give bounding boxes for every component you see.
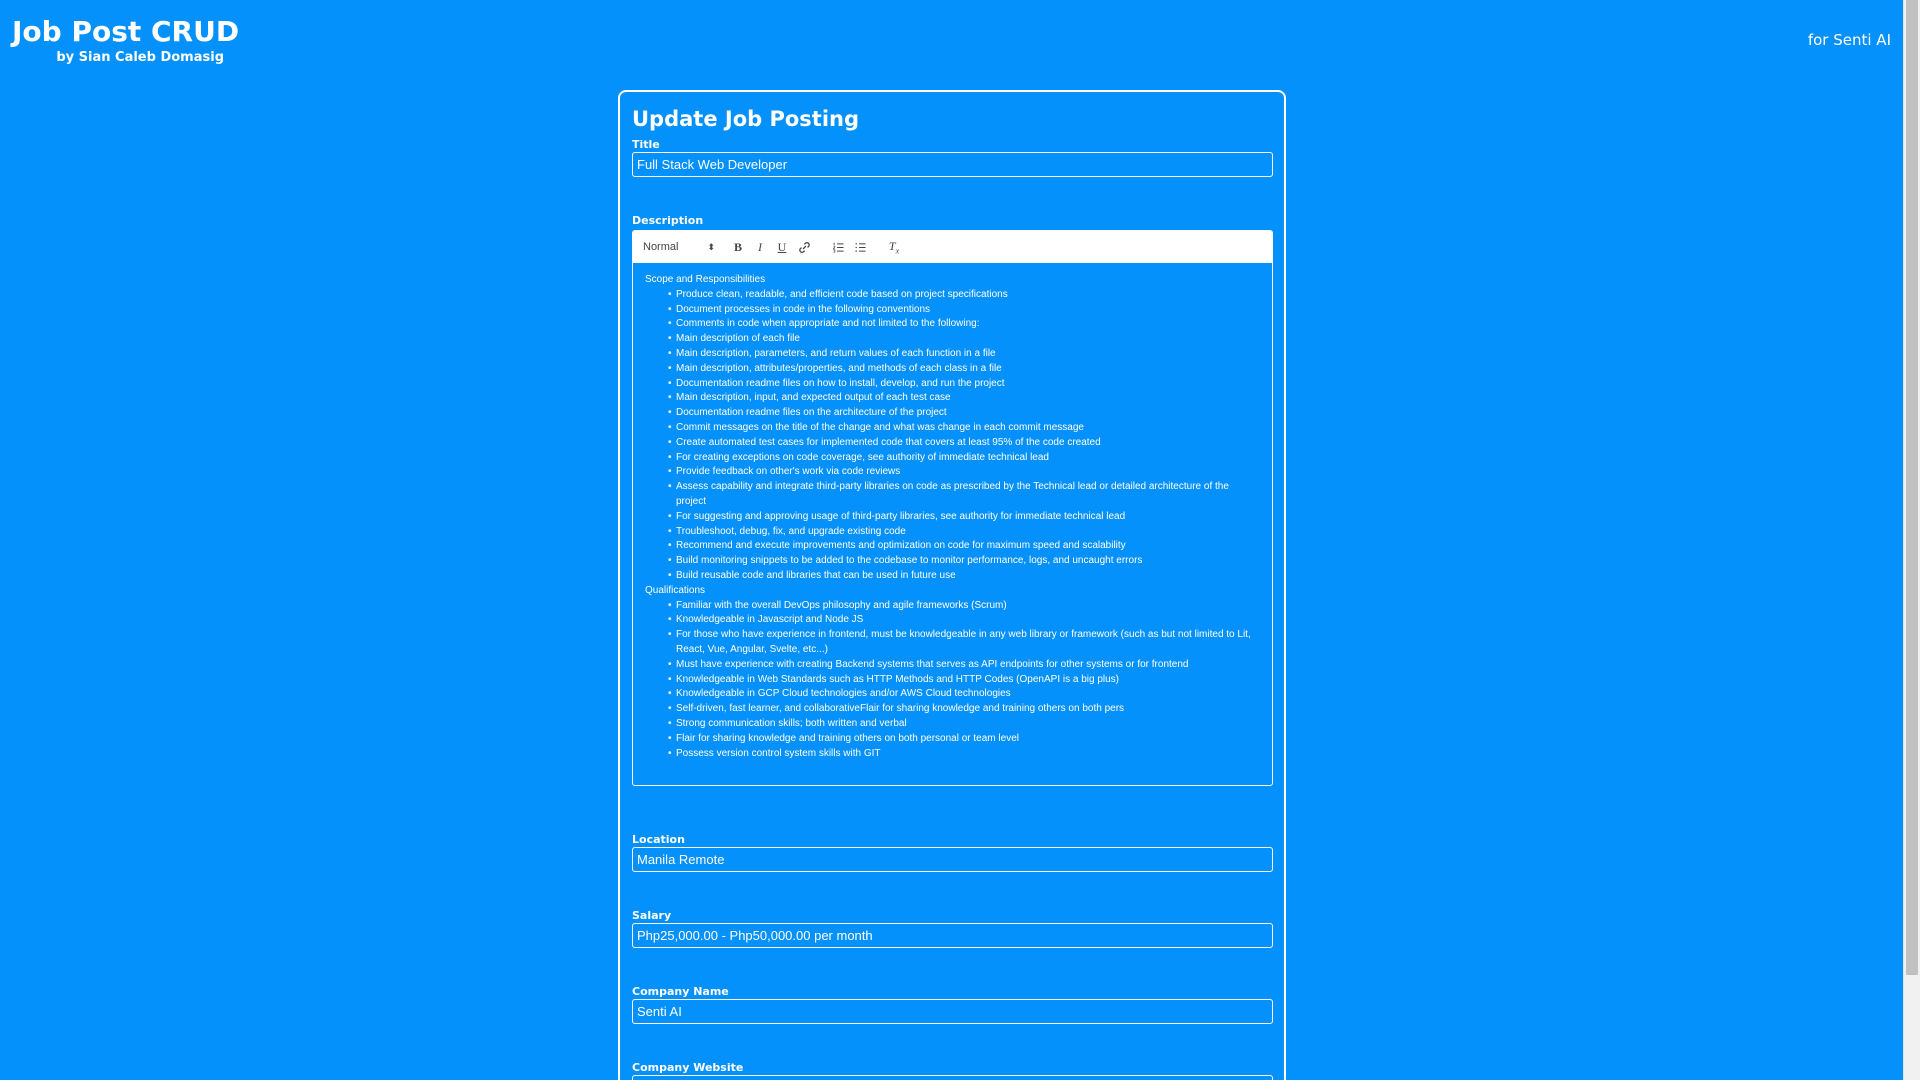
list-item: Knowledgeable in GCP Cloud technologies …	[668, 687, 1260, 702]
list-item: Main description, attributes/properties,…	[668, 362, 1260, 377]
scope-list: Produce clean, readable, and efficient c…	[645, 288, 1260, 584]
for-senti-link[interactable]: for Senti AI	[1808, 31, 1891, 49]
app-subtitle: by Sian Caleb Domasig	[56, 50, 224, 65]
list-item: For suggesting and approving usage of th…	[668, 510, 1260, 525]
editor-toolbar: Normal ⬍ B I U Tx	[633, 231, 1272, 263]
list-item: Build reusable code and libraries that c…	[668, 569, 1260, 584]
salary-field: Salary	[632, 909, 1273, 948]
list-item: Documentation readme files on the archit…	[668, 406, 1260, 421]
bold-icon: B	[733, 239, 742, 254]
company-website-field: Company Website	[632, 1061, 1273, 1080]
list-item: Document processes in code in the follow…	[668, 303, 1260, 318]
title-input[interactable]	[632, 152, 1273, 177]
description-label: Description	[632, 214, 704, 227]
list-item: Main description, parameters, and return…	[668, 347, 1260, 362]
list-item: Commit messages on the title of the chan…	[668, 421, 1260, 436]
form-heading: Update Job Posting	[632, 107, 860, 131]
company-name-label: Company Name	[632, 985, 729, 998]
list-item: Create automated test cases for implemen…	[668, 436, 1260, 451]
list-item: Possess version control system skills wi…	[668, 747, 1260, 762]
list-item: Provide feedback on other's work via cod…	[668, 465, 1260, 480]
scope-heading: Scope and Responsibilities	[645, 274, 766, 285]
link-button[interactable]	[793, 236, 815, 258]
page-scrollbar[interactable]	[1903, 0, 1920, 1080]
list-item: For creating exceptions on code coverage…	[668, 451, 1260, 466]
list-item: Recommend and execute improvements and o…	[668, 539, 1260, 554]
list-item: Must have experience with creating Backe…	[668, 658, 1260, 673]
company-website-label: Company Website	[632, 1061, 744, 1074]
list-item: Documentation readme files on how to ins…	[668, 377, 1260, 392]
bold-button[interactable]: B	[727, 236, 749, 258]
list-item: Main description, input, and expected ou…	[668, 391, 1260, 406]
description-editor: Normal ⬍ B I U Tx Scope and Responsibili…	[632, 230, 1273, 786]
format-select-value: Normal	[643, 241, 679, 253]
scrollbar-thumb[interactable]	[1906, 0, 1918, 975]
salary-label: Salary	[632, 909, 672, 922]
qualifications-heading: Qualifications	[645, 584, 706, 596]
bullet-list-icon	[854, 242, 866, 252]
company-name-field: Company Name	[632, 985, 1273, 1024]
clean-format-button[interactable]: Tx	[883, 236, 905, 258]
brand: Job Post CRUD by Sian Caleb Domasig	[12, 14, 240, 66]
italic-button[interactable]: I	[749, 236, 771, 258]
list-item: Build monitoring snippets to be added to…	[668, 554, 1260, 569]
select-arrows-icon: ⬍	[707, 241, 715, 252]
underline-icon: U	[777, 239, 787, 254]
format-select[interactable]: Normal ⬍	[643, 241, 715, 253]
list-item: Main description of each file	[668, 332, 1260, 347]
clear-format-icon: Tx	[888, 238, 900, 256]
location-label: Location	[632, 833, 685, 846]
list-item: Strong communication skills; both writte…	[668, 717, 1260, 732]
list-item: For those who have experience in fronten…	[668, 628, 1260, 658]
list-item: Produce clean, readable, and efficient c…	[668, 288, 1260, 303]
company-website-input[interactable]	[632, 1075, 1273, 1080]
list-item: Self-driven, fast learner, and collabora…	[668, 702, 1260, 717]
location-input[interactable]	[632, 847, 1273, 872]
ordered-list-button[interactable]	[827, 236, 849, 258]
list-item: Troubleshoot, debug, fix, and upgrade ex…	[668, 525, 1260, 540]
italic-icon: I	[758, 239, 762, 254]
list-item: Knowledgeable in Web Standards such as H…	[668, 673, 1260, 688]
list-item: Familiar with the overall DevOps philoso…	[668, 599, 1260, 614]
update-job-card: Update Job Posting Title Description Nor…	[618, 90, 1286, 1080]
list-item: Assess capability and integrate third-pa…	[668, 480, 1260, 510]
ordered-list-icon	[832, 242, 844, 253]
list-item: Flair for sharing knowledge and training…	[668, 732, 1260, 747]
title-label: Title	[632, 138, 660, 151]
page: Job Post CRUD by Sian Caleb Domasig for …	[0, 0, 1920, 1080]
underline-button[interactable]: U	[771, 236, 793, 258]
company-name-input[interactable]	[632, 999, 1273, 1024]
editor-content[interactable]: Scope and Responsibilities Produce clean…	[633, 263, 1272, 761]
link-icon	[798, 241, 810, 253]
salary-input[interactable]	[632, 923, 1273, 948]
location-field: Location	[632, 833, 1273, 872]
qualifications-list: Familiar with the overall DevOps philoso…	[645, 599, 1260, 762]
list-item: Knowledgeable in Javascript and Node JS	[668, 613, 1260, 628]
list-item: Comments in code when appropriate and no…	[668, 317, 1260, 332]
bullet-list-button[interactable]	[849, 236, 871, 258]
app-title: Job Post CRUD	[12, 15, 240, 48]
